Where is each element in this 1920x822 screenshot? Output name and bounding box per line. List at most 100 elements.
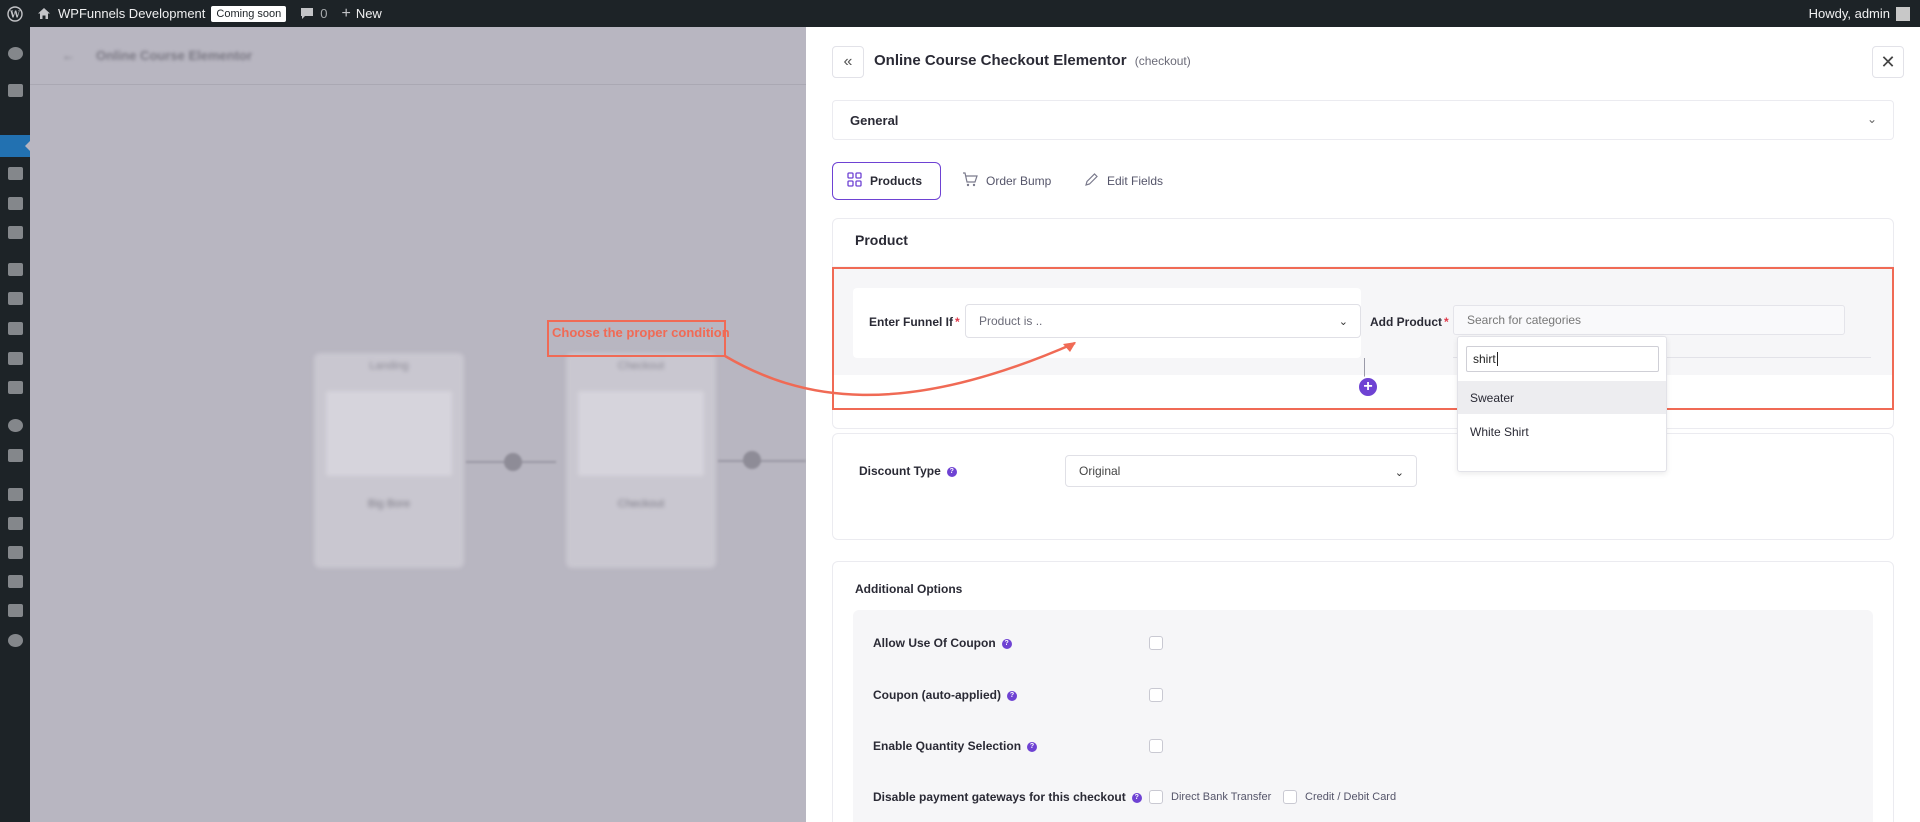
new-content-link[interactable]: + New: [334, 0, 388, 27]
help-icon[interactable]: ?: [946, 466, 957, 477]
options-area: Allow Use Of Coupon? Coupon (auto-applie…: [853, 610, 1873, 822]
product-search-dropdown: shirt Sweater White Shirt: [1457, 336, 1667, 472]
admin-side-menu: [0, 27, 30, 822]
tab-label: Edit Fields: [1107, 174, 1164, 188]
annotation-box: Choose the proper condition: [547, 320, 730, 357]
pencil-icon: [1084, 172, 1099, 191]
avatar: [1896, 6, 1910, 21]
settings-icon[interactable]: [8, 604, 23, 617]
checkout-step-node[interactable]: Checkout Checkout: [566, 353, 716, 568]
node-label: Checkout: [617, 360, 665, 372]
admin-bar: W WPFunnels Development Coming soon 0 + …: [0, 0, 1920, 27]
category-search-placeholder: Search for categories: [1467, 313, 1582, 327]
product-search-input[interactable]: shirt: [1466, 346, 1659, 372]
label-text: Disable payment gateways for this checko…: [873, 790, 1126, 804]
allow-coupon-checkbox[interactable]: [1149, 636, 1163, 650]
coming-soon-badge[interactable]: Coming soon: [211, 5, 287, 22]
products-icon[interactable]: [8, 292, 23, 305]
users-icon[interactable]: [8, 546, 23, 559]
condition-select[interactable]: Product is .. ⌄: [965, 304, 1361, 338]
node-thumbnail: [578, 391, 704, 476]
tab-edit-fields[interactable]: Edit Fields: [1070, 162, 1177, 200]
collapse-menu-icon[interactable]: [8, 634, 23, 647]
elementor-icon[interactable]: [8, 419, 23, 432]
funnel-canvas: ← Online Course Elementor Landing Big Bo…: [30, 27, 806, 822]
funnels-menu-active[interactable]: [0, 135, 30, 157]
svg-text:W: W: [9, 10, 21, 20]
general-label: General: [850, 113, 899, 128]
discount-card: Discount Type? Original ⌄: [832, 433, 1894, 540]
label-text: Allow Use Of Coupon: [873, 636, 996, 650]
close-drawer-button[interactable]: ✕: [1872, 46, 1904, 78]
credit-card-label: Credit / Debit Card: [1305, 791, 1397, 803]
quantity-selection-label: Enable Quantity Selection?: [873, 739, 1038, 753]
add-product-label: Add Product *: [1370, 315, 1449, 329]
allow-coupon-label: Allow Use Of Coupon?: [873, 636, 1012, 650]
tab-products[interactable]: Products: [832, 162, 941, 200]
greeting: Howdy, admin: [1808, 6, 1890, 21]
tab-label: Products: [870, 174, 923, 188]
product-card-title: Product: [855, 232, 908, 248]
search-value: shirt: [1473, 352, 1496, 366]
payments-icon[interactable]: [8, 322, 23, 335]
quantity-selection-checkbox[interactable]: [1149, 739, 1163, 753]
appearance-icon[interactable]: [8, 488, 23, 501]
landing-step-node[interactable]: Landing Big Bore: [314, 353, 464, 568]
help-icon[interactable]: ?: [1131, 792, 1142, 803]
help-icon[interactable]: ?: [1006, 690, 1017, 701]
discount-type-label: Discount Type?: [859, 464, 957, 478]
comment-icon: [301, 8, 314, 19]
condition-row: Enter Funnel If * Product is .. ⌄: [853, 288, 1361, 358]
label-text: Discount Type: [859, 464, 941, 478]
discount-type-select[interactable]: Original ⌄: [1065, 455, 1417, 487]
help-icon[interactable]: ?: [1001, 638, 1012, 649]
condition-placeholder: Product is ..: [979, 314, 1043, 328]
woocommerce-icon[interactable]: [8, 263, 23, 276]
tools-icon[interactable]: [8, 575, 23, 588]
collapse-drawer-button[interactable]: «: [832, 46, 864, 78]
media-icon[interactable]: [8, 167, 23, 180]
wordpress-logo-icon[interactable]: W: [0, 0, 30, 27]
add-condition-button[interactable]: +: [1357, 376, 1379, 398]
step-type: (checkout): [1134, 54, 1191, 68]
comments-link[interactable]: 0: [293, 0, 334, 27]
analytics-icon[interactable]: [8, 352, 23, 365]
account-menu[interactable]: Howdy, admin: [1802, 0, 1920, 27]
search-result-item[interactable]: White Shirt: [1458, 415, 1666, 448]
site-name-link[interactable]: WPFunnels Development Coming soon: [30, 0, 293, 27]
search-result-item[interactable]: Sweater: [1458, 381, 1666, 414]
double-chevron-left-icon: «: [843, 53, 853, 70]
plugins-icon[interactable]: [8, 517, 23, 530]
label-text: Coupon (auto-applied): [873, 688, 1001, 702]
node-thumbnail: [326, 391, 452, 476]
pages-icon[interactable]: [8, 197, 23, 210]
canvas-header: ← Online Course Elementor: [30, 27, 806, 85]
site-name: WPFunnels Development: [58, 6, 206, 21]
help-icon[interactable]: ?: [1027, 741, 1038, 752]
dashboard-icon[interactable]: [8, 47, 23, 60]
product-card: Product Enter Funnel If * Product is .. ⌄…: [832, 218, 1894, 429]
bank-transfer-checkbox[interactable]: [1149, 790, 1163, 804]
new-label: New: [355, 6, 382, 21]
connector-node[interactable]: [504, 453, 522, 471]
auto-coupon-checkbox[interactable]: [1149, 688, 1163, 702]
general-accordion[interactable]: General ⌄: [832, 100, 1894, 140]
tab-order-bump[interactable]: Order Bump: [948, 162, 1065, 200]
close-icon: ✕: [1880, 51, 1896, 72]
auto-coupon-label: Coupon (auto-applied)?: [873, 688, 1017, 702]
annotation-text: Choose the proper condition: [552, 325, 730, 340]
posts-icon[interactable]: [8, 84, 23, 97]
canvas-back-icon[interactable]: ←: [62, 48, 75, 63]
comments-menu-icon[interactable]: [8, 226, 23, 239]
grid-icon: [847, 171, 862, 191]
discount-type-value: Original: [1079, 464, 1121, 478]
condition-area: Enter Funnel If * Product is .. ⌄ Add Pro…: [833, 266, 1893, 398]
credit-card-checkbox[interactable]: [1283, 790, 1297, 804]
category-search-select[interactable]: Search for categories: [1453, 305, 1845, 335]
templates-icon[interactable]: [8, 449, 23, 462]
plus-icon: +: [1363, 378, 1373, 395]
chevron-down-icon: ⌄: [1866, 112, 1877, 126]
connector-node[interactable]: [743, 451, 761, 469]
disable-gateways-label: Disable payment gateways for this checko…: [873, 790, 1142, 804]
marketing-icon[interactable]: [8, 381, 23, 394]
